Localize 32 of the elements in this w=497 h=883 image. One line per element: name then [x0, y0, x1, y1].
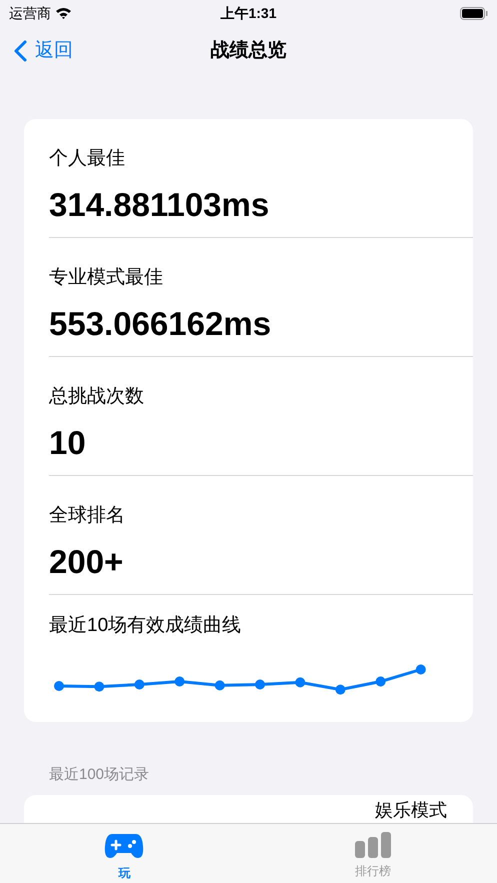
wifi-icon	[55, 7, 72, 19]
trend-point	[295, 676, 306, 687]
stat-label: 个人最佳	[49, 147, 126, 171]
trend-point	[134, 679, 144, 689]
record-mode: 娱乐模式	[375, 798, 447, 820]
stat-label: 全球排名	[49, 504, 126, 528]
tab-item[interactable]: 玩	[0, 824, 248, 883]
stat-value: 10	[49, 422, 87, 462]
tab-item[interactable]: 排行榜	[248, 824, 497, 883]
carrier-name: 运营商	[9, 4, 51, 22]
stat-value: 200+	[49, 542, 124, 582]
status-time: 上午1:31	[220, 4, 277, 22]
trend-point	[335, 684, 346, 694]
battery-icon	[460, 6, 488, 20]
gamepad-icon	[104, 832, 144, 860]
trend-point	[174, 676, 185, 686]
stat-value: 314.881103ms	[49, 184, 270, 224]
trend-point	[255, 679, 265, 689]
trend-point	[214, 680, 225, 690]
stat-value: 553.066162ms	[49, 304, 272, 344]
trend-point	[376, 676, 386, 686]
back-button[interactable]: 返回	[0, 36, 73, 66]
stat-label: 专业模式最佳	[49, 266, 164, 290]
chevron-left-icon	[14, 40, 27, 62]
stat-label: 总挑战次数	[49, 385, 145, 409]
trend-point	[416, 664, 426, 674]
trend-title: 最近10场有效成绩曲线	[49, 615, 242, 636]
section-header: 最近100场记录	[49, 765, 150, 785]
trend-point	[94, 681, 104, 692]
bar-chart-icon	[354, 832, 391, 858]
trend-point	[54, 680, 64, 690]
page-title: 战绩总览	[210, 38, 286, 63]
